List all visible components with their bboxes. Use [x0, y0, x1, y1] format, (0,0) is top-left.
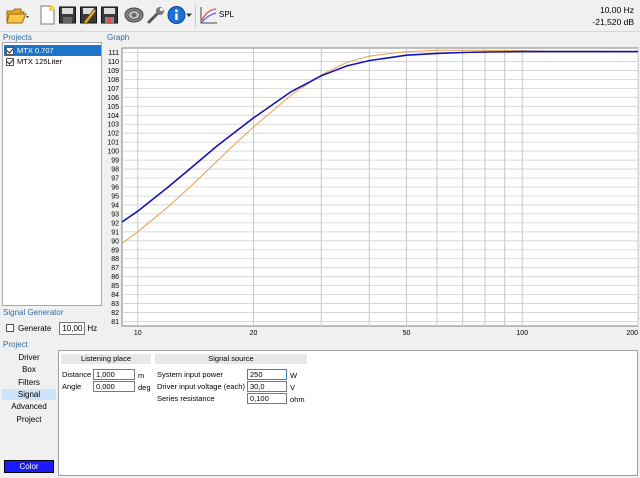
listening-place-header: Listening place	[61, 354, 151, 364]
y-tick-label: 89	[111, 247, 119, 254]
driver-voltage-label: Driver input voltage (each)	[157, 382, 245, 391]
x-tick-label: 50	[403, 330, 411, 337]
y-tick-label: 98	[111, 167, 119, 174]
toolbar-separator	[195, 5, 196, 27]
new-document-icon[interactable]	[38, 5, 57, 25]
cursor-readout: 10,00 Hz -21,520 dB	[592, 4, 634, 28]
y-tick-label: 100	[107, 149, 119, 156]
y-tick-label: 109	[107, 68, 119, 75]
x-tick-label: 10	[134, 330, 142, 337]
color-button[interactable]: Color	[4, 460, 54, 473]
y-tick-label: 82	[111, 310, 119, 317]
generator-frequency-input[interactable]	[59, 321, 86, 335]
y-tick-label: 104	[107, 113, 119, 120]
project-checkbox[interactable]	[6, 57, 14, 66]
projects-title: Projects	[3, 33, 32, 42]
y-tick-label: 86	[111, 274, 119, 281]
distance-label: Distance	[62, 370, 92, 379]
speaker-icon[interactable]	[124, 5, 144, 25]
y-tick-label: 97	[111, 176, 119, 183]
graph-area[interactable]: 81 82 83 84 85 86 87 88 89 90 91 92 93 94 95 96 97 98 99 10…	[105, 42, 640, 338]
system-power-label: System input power	[157, 370, 223, 379]
y-tick-label: 105	[107, 104, 119, 111]
nav-item-project[interactable]: Project	[2, 414, 56, 425]
signal-panel: Listening place Distance 1,000 m Angle 0…	[58, 350, 638, 476]
y-tick-label: 84	[111, 292, 119, 299]
graph-icon[interactable]	[199, 5, 218, 25]
save-as-icon[interactable]	[100, 5, 119, 25]
readout-level: -21,520 dB	[592, 17, 634, 27]
series-resistance-unit: ohm	[290, 395, 305, 404]
project-item[interactable]: MTX 0.707	[4, 45, 101, 56]
nav-item-driver[interactable]: Driver	[2, 352, 56, 363]
nav-item-filters[interactable]: Filters	[2, 377, 56, 388]
angle-input[interactable]: 0,000	[93, 381, 135, 392]
signal-generator-title: Signal Generator	[3, 308, 64, 317]
wrench-icon[interactable]	[146, 5, 165, 25]
project-label: MTX 125Liter	[17, 57, 63, 66]
series-resistance-input[interactable]: 0,100	[247, 393, 287, 404]
y-tick-label: 110	[108, 59, 119, 66]
x-tick-label: 200	[626, 330, 638, 337]
angle-unit: deg	[138, 383, 151, 392]
generator-frequency-unit: Hz	[87, 323, 98, 333]
y-tick-label: 93	[111, 211, 119, 218]
y-tick-label: 102	[107, 131, 119, 138]
series-resistance-label: Series resistance	[157, 394, 215, 403]
y-tick-label: 103	[107, 122, 119, 129]
readout-frequency: 10,00 Hz	[599, 5, 634, 15]
project-nav: Driver Box Filters Signal Advanced Proje…	[0, 350, 58, 478]
nav-item-advanced[interactable]: Advanced	[2, 401, 56, 412]
system-power-unit: W	[290, 371, 298, 380]
generate-checkbox[interactable]	[6, 324, 14, 332]
y-tick-label: 96	[111, 185, 119, 192]
graph-title: Graph	[107, 33, 130, 42]
driver-voltage-input[interactable]: 30,0	[247, 381, 287, 392]
x-tick-label: 100	[516, 330, 528, 337]
graph-type-label: SPL	[219, 10, 235, 19]
save-icon[interactable]	[58, 5, 77, 25]
y-tick-label: 99	[111, 158, 119, 165]
y-tick-label: 95	[111, 193, 119, 200]
project-item[interactable]: MTX 125Liter	[4, 56, 101, 67]
project-label: MTX 0.707	[17, 46, 54, 55]
y-tick-label: 106	[107, 95, 119, 102]
edit-save-icon[interactable]	[79, 5, 98, 25]
y-tick-label: 91	[111, 229, 119, 236]
driver-voltage-unit: V	[290, 383, 296, 392]
open-folder-icon[interactable]	[6, 5, 30, 25]
spl-graph[interactable]: 81 82 83 84 85 86 87 88 89 90 91 92 93 94 9596 97 98 99 10…	[105, 42, 640, 338]
y-tick-label: 83	[111, 301, 119, 308]
generate-label: Generate	[18, 323, 52, 333]
project-title: Project	[3, 340, 28, 349]
y-tick-label: 101	[107, 140, 119, 147]
distance-input[interactable]: 1,000	[93, 369, 135, 380]
projects-list[interactable]: MTX 0.707 MTX 125Liter	[2, 42, 102, 306]
angle-label: Angle	[62, 382, 82, 391]
toolbar: SPL 10,00 Hz -21,520 dB	[0, 0, 640, 32]
nav-item-box[interactable]: Box	[2, 364, 56, 375]
nav-item-signal[interactable]: Signal	[2, 389, 56, 400]
distance-unit: m	[138, 371, 145, 380]
y-tick-label: 88	[111, 256, 119, 263]
signal-generator-row: Generate Hz	[6, 321, 97, 335]
y-tick-label: 92	[111, 220, 119, 227]
info-icon[interactable]	[167, 5, 186, 25]
y-tick-label: 85	[111, 283, 119, 290]
y-tick-label: 90	[111, 238, 119, 245]
y-tick-label: 111	[108, 50, 119, 57]
system-power-input[interactable]: 250	[247, 369, 287, 380]
y-tick-label: 107	[107, 86, 119, 93]
x-tick-label: 20	[250, 330, 258, 337]
y-tick-label: 108	[107, 77, 119, 84]
y-tick-label: 81	[111, 319, 119, 326]
project-checkbox[interactable]	[6, 46, 14, 55]
chevron-down-icon[interactable]	[186, 12, 192, 18]
signal-source-header: Signal source	[155, 354, 307, 364]
y-tick-label: 94	[111, 202, 119, 209]
y-tick-label: 87	[111, 265, 119, 272]
